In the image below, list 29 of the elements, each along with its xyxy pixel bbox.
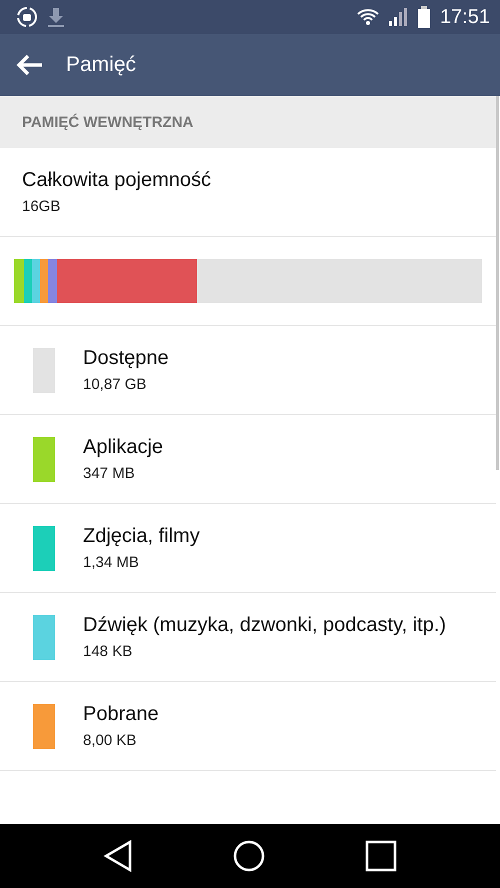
category-size: 8,00 KB — [83, 732, 138, 749]
total-value: 16GB — [22, 198, 62, 215]
total-label: Całkowita pojemność — [22, 169, 212, 192]
category-size: 347 MB — [83, 465, 136, 482]
back-icon[interactable] — [103, 840, 133, 872]
wifi-icon — [356, 7, 380, 27]
recent-apps-icon[interactable] — [365, 840, 397, 872]
category-size: 1,34 MB — [83, 554, 140, 571]
battery-icon — [418, 6, 430, 28]
category-name: Pobrane — [83, 703, 159, 726]
home-icon[interactable] — [233, 840, 265, 872]
category-size: 10,87 GB — [83, 376, 148, 393]
category-name: Dźwięk (muzyka, dzwonki, podcasty, itp.) — [83, 614, 446, 637]
storage-category-item[interactable]: Zdjęcia, filmy 1,34 MB — [0, 504, 496, 593]
screen-title: Pamięć — [66, 53, 136, 77]
download-icon — [46, 6, 66, 28]
section-title: PAMIĘĆ WEWNĘTRZNA — [22, 114, 194, 130]
category-name: Zdjęcia, filmy — [83, 525, 200, 548]
storage-category-item[interactable]: Pobrane 8,00 KB — [0, 682, 496, 771]
status-time: 17:51 — [440, 6, 490, 28]
storage-category-item[interactable]: Dźwięk (muzyka, dzwonki, podcasty, itp.) 148 KB — [0, 593, 496, 682]
signal-icon — [388, 7, 410, 27]
storage-category-item[interactable]: Dostępne 10,87 GB — [0, 326, 496, 415]
android-sync-icon — [16, 6, 38, 28]
category-size: 148 KB — [83, 643, 134, 660]
category-name: Aplikacje — [83, 436, 164, 459]
category-name: Dostępne — [83, 347, 169, 370]
storage-category-item[interactable]: Aplikacje 347 MB — [0, 415, 496, 504]
back-arrow-icon[interactable] — [16, 54, 44, 76]
